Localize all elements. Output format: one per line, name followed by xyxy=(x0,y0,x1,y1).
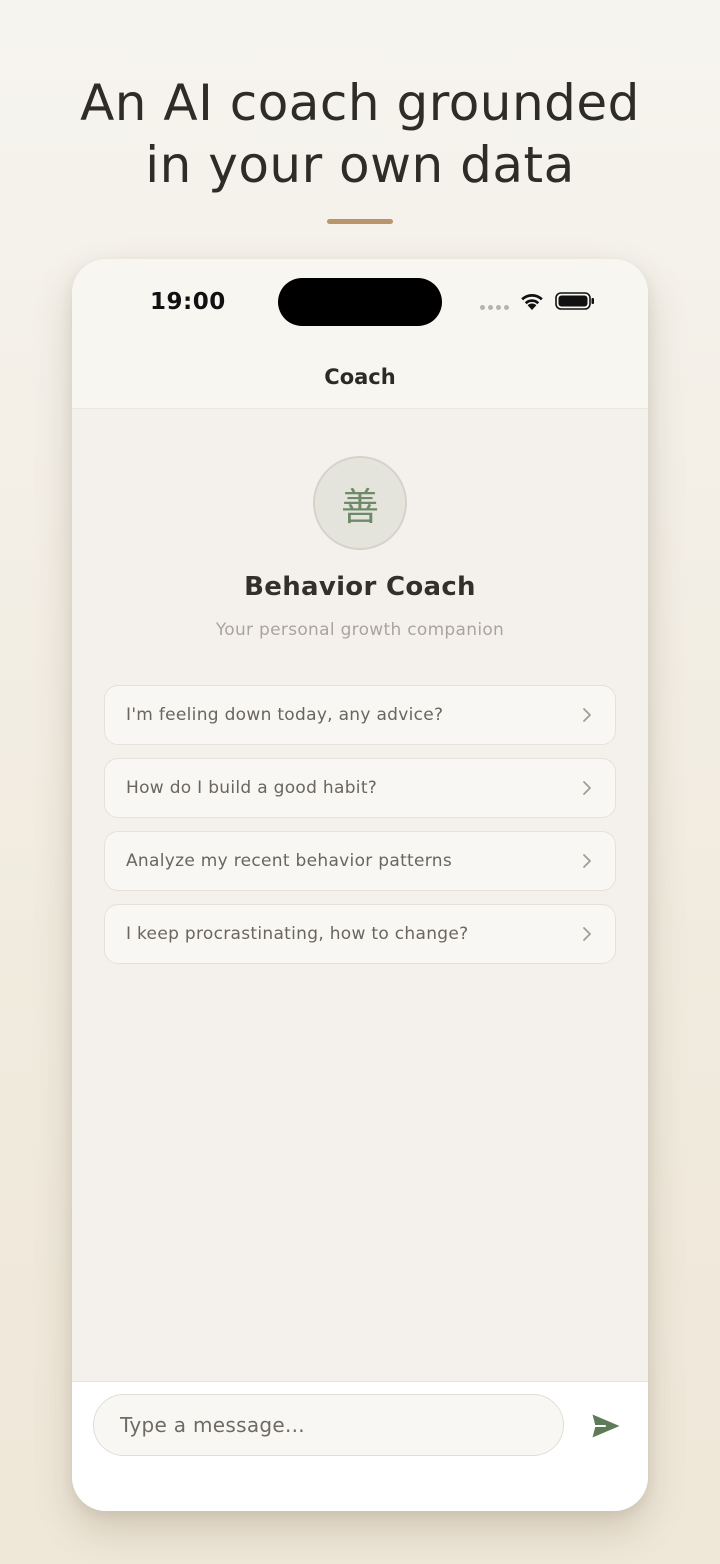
phone-frame: 19:00 Coach 善 Behavior Coach Your person… xyxy=(72,259,648,1511)
dynamic-island xyxy=(278,278,442,326)
message-input[interactable] xyxy=(93,1394,564,1456)
send-icon xyxy=(592,1414,620,1438)
chevron-right-icon xyxy=(583,854,591,868)
suggestion-chip[interactable]: I'm feeling down today, any advice? xyxy=(104,685,616,745)
chevron-right-icon xyxy=(583,927,591,941)
status-time: 19:00 xyxy=(150,289,226,315)
chevron-right-icon xyxy=(583,708,591,722)
suggestion-label: Analyze my recent behavior patterns xyxy=(126,851,452,871)
send-button[interactable] xyxy=(586,1408,626,1444)
suggestion-chip[interactable]: Analyze my recent behavior patterns xyxy=(104,831,616,891)
battery-icon xyxy=(555,292,594,310)
suggestion-chip[interactable]: I keep procrastinating, how to change? xyxy=(104,904,616,964)
nav-title: Coach xyxy=(324,364,396,389)
headline-line-1: An AI coach grounded xyxy=(80,74,640,132)
coach-subtitle: Your personal growth companion xyxy=(215,620,505,640)
chevron-right-icon xyxy=(583,781,591,795)
suggestion-list: I'm feeling down today, any advice? How … xyxy=(104,685,616,977)
wifi-icon xyxy=(521,293,543,310)
coach-avatar: 善 xyxy=(313,456,407,550)
signal-dots-icon xyxy=(480,305,509,310)
accent-divider xyxy=(327,219,393,224)
avatar-glyph: 善 xyxy=(340,484,379,529)
navigation-bar: Coach xyxy=(72,345,648,409)
coach-name: Behavior Coach xyxy=(244,572,476,602)
suggestion-label: How do I build a good habit? xyxy=(126,778,378,798)
marketing-headline: An AI coach grounded in your own data xyxy=(0,72,720,196)
suggestion-label: I keep procrastinating, how to change? xyxy=(126,924,469,944)
headline-line-2: in your own data xyxy=(145,136,575,194)
message-composer xyxy=(72,1381,648,1511)
status-bar: 19:00 xyxy=(72,259,648,345)
suggestion-chip[interactable]: How do I build a good habit? xyxy=(104,758,616,818)
suggestion-label: I'm feeling down today, any advice? xyxy=(126,705,444,725)
